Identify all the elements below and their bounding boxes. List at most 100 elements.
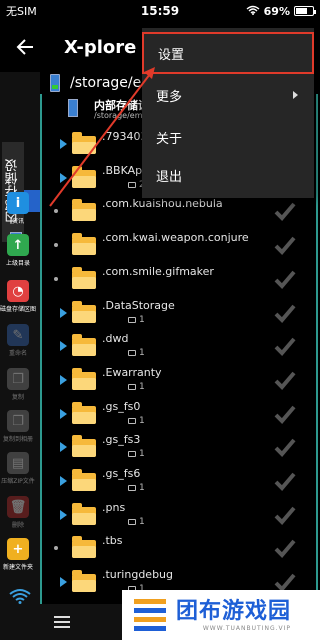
file-meta: 1 — [128, 315, 145, 325]
menu-item[interactable]: 设置 — [142, 32, 314, 74]
expand-arrow-icon[interactable] — [60, 577, 67, 588]
mini-folder-icon — [128, 417, 136, 424]
expand-arrow-icon[interactable] — [60, 139, 67, 149]
expand-arrow-icon[interactable] — [60, 509, 67, 520]
submenu-arrow-icon — [293, 91, 298, 99]
tool-pencil[interactable]: ✎ 重命名 — [0, 324, 36, 357]
file-name: .DataStorage — [102, 298, 175, 312]
checkmark-icon[interactable] — [274, 303, 296, 323]
tool-copy-move[interactable]: ❐ 复制到相册 — [0, 410, 36, 443]
tool-label: 复制 — [11, 394, 24, 401]
tool-new-folder[interactable]: + 新建文件夹 — [0, 538, 36, 571]
checkmark-icon[interactable] — [274, 235, 296, 256]
mini-folder-icon — [128, 383, 136, 390]
tree-dot-icon — [54, 243, 58, 248]
expand-arrow-icon[interactable] — [60, 442, 67, 453]
expand-arrow-icon[interactable] — [60, 341, 67, 352]
menu-item[interactable]: 更多 — [142, 74, 314, 116]
left-toolbar: 内部存储设 i资讯↑上级目录◔磁盘存储区图✎重命名❐复制❐复制到相册▤压缩ZIP… — [0, 72, 40, 640]
file-meta: 1 — [128, 416, 145, 426]
item-count: 1 — [139, 348, 145, 359]
folder-icon — [72, 401, 96, 424]
checkmark-icon[interactable] — [274, 370, 296, 390]
tool-pie-chart[interactable]: ◔ 磁盘存储区图 — [0, 280, 36, 313]
tool-info[interactable]: i 资讯 — [0, 192, 36, 225]
file-meta: 1 — [128, 449, 145, 459]
tool-trash[interactable]: 🗑 删除 — [0, 496, 36, 529]
item-count: 1 — [139, 449, 145, 460]
checkmark-icon[interactable] — [274, 269, 296, 289]
file-name: .turingdebug — [102, 568, 174, 582]
pencil-icon: ✎ — [7, 324, 29, 346]
menu-item-label: 更多 — [156, 89, 183, 105]
pie-chart-icon: ◔ — [7, 280, 29, 302]
tool-zip[interactable]: ▤ 压缩ZIP文件 — [0, 452, 36, 485]
watermark-cn: 团布游戏园 — [176, 598, 292, 624]
expand-arrow-icon[interactable] — [60, 408, 67, 419]
status-bar: 无SIM 15:59 69% — [0, 0, 320, 22]
tool-label: 压缩ZIP文件 — [1, 478, 35, 485]
checkmark-icon[interactable] — [274, 437, 296, 458]
tool-label: 删除 — [11, 522, 24, 529]
folder-icon — [72, 502, 96, 525]
checkmark-icon[interactable] — [274, 404, 296, 424]
zip-icon: ▤ — [7, 452, 29, 474]
mini-folder-icon — [128, 485, 136, 491]
file-name: .com.kwai.weapon.conjure — [102, 231, 249, 245]
app-title: X-plore — [64, 36, 137, 58]
checkmark-icon[interactable] — [274, 201, 296, 222]
tool-label: 新建文件夹 — [2, 564, 33, 571]
phone-storage-icon — [68, 99, 78, 117]
folder-icon — [72, 300, 96, 323]
expand-arrow-icon[interactable] — [60, 374, 67, 385]
overflow-menu: 设置更多关于退出 — [142, 28, 314, 198]
storage-path: /storage/emu — [94, 111, 148, 120]
file-meta: 1 — [128, 348, 145, 358]
file-name: .pns — [102, 500, 126, 514]
wifi-share-icon[interactable] — [8, 588, 32, 604]
back-button[interactable] — [0, 22, 50, 72]
checkmark-icon[interactable] — [274, 538, 296, 559]
new-folder-icon: + — [7, 538, 29, 560]
folder-icon — [72, 367, 96, 390]
info-icon: i — [7, 192, 29, 214]
item-count: 1 — [139, 381, 145, 392]
tool-label: 重命名 — [8, 350, 27, 357]
file-name: .dwd — [102, 332, 129, 346]
expand-arrow-icon[interactable] — [60, 307, 67, 318]
file-meta: 1 — [128, 382, 145, 392]
expand-arrow-icon[interactable] — [60, 476, 67, 486]
folder-icon — [72, 266, 96, 289]
menu-icon[interactable] — [54, 616, 70, 628]
checkmark-icon[interactable] — [274, 505, 296, 525]
item-count: 1 — [139, 483, 145, 493]
tool-label: 上级目录 — [5, 260, 30, 267]
file-name: .Ewarranty — [102, 365, 162, 379]
folder-icon — [72, 469, 96, 491]
file-name: .com.smile.gifmaker — [102, 264, 214, 278]
tool-up-arrow[interactable]: ↑ 上级目录 — [0, 234, 36, 267]
folder-icon — [72, 132, 96, 154]
up-arrow-icon: ↑ — [7, 234, 29, 256]
menu-item[interactable]: 退出 — [142, 154, 314, 196]
file-name: .com.kuaishou.nebula — [102, 197, 223, 211]
checkmark-icon[interactable] — [274, 471, 296, 491]
item-count: 1 — [139, 415, 145, 426]
folder-icon — [72, 165, 96, 188]
folder-icon — [72, 334, 96, 357]
watermark-logo-icon — [134, 599, 166, 631]
folder-icon — [72, 199, 96, 222]
expand-arrow-icon[interactable] — [60, 172, 67, 183]
menu-item-label: 退出 — [156, 169, 183, 185]
sd-card-icon — [50, 74, 60, 92]
file-name: .gs_fs6 — [102, 467, 141, 480]
item-count: 1 — [139, 314, 145, 325]
menu-item[interactable]: 关于 — [142, 116, 314, 158]
mini-folder-icon — [128, 181, 136, 188]
checkmark-icon[interactable] — [274, 336, 296, 357]
folder-icon — [72, 233, 96, 256]
tool-copy[interactable]: ❐ 复制 — [0, 368, 36, 401]
menu-item-label: 设置 — [158, 47, 185, 63]
folder-icon — [72, 435, 96, 458]
mini-folder-icon — [128, 451, 136, 458]
